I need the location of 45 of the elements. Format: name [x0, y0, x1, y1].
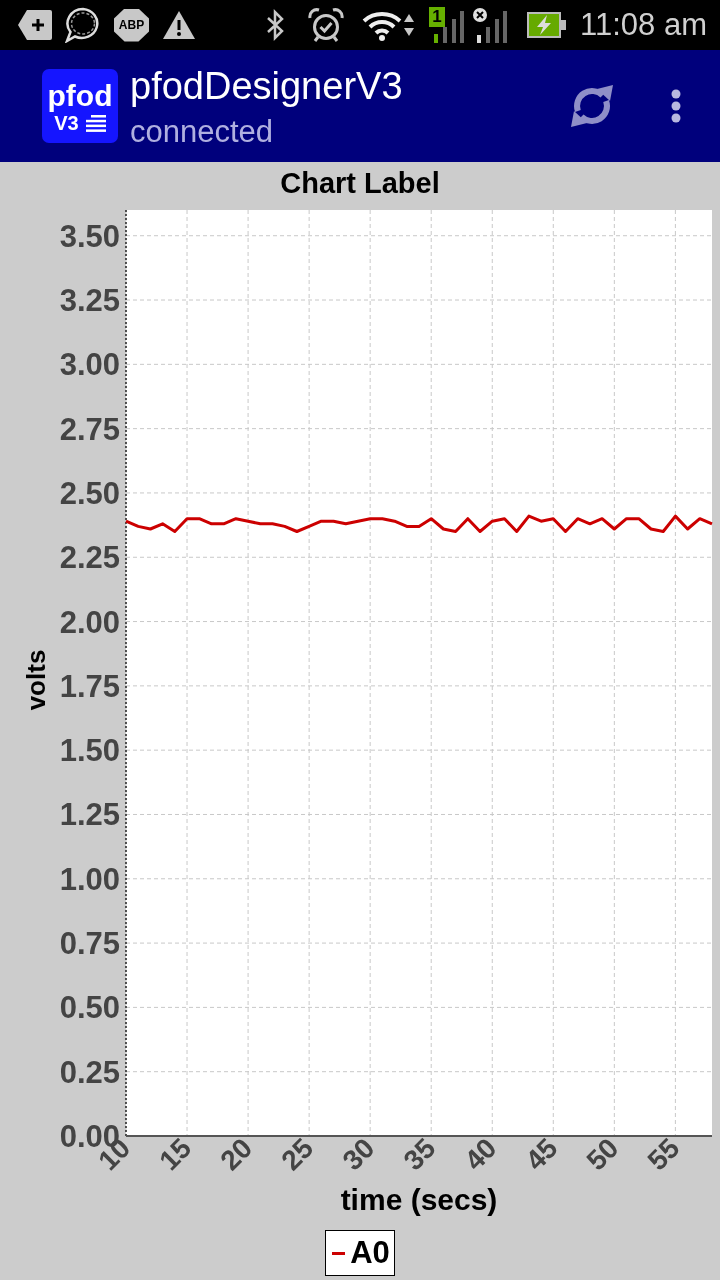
x-axis-title: time (secs): [340, 1183, 498, 1216]
y-tick-label: 0.50: [59, 990, 120, 1026]
battery-charging-icon: [527, 12, 567, 38]
y-tick-label: 3.25: [59, 283, 120, 319]
alarm-clock-icon: [308, 8, 345, 42]
y-tick-label: 3.50: [59, 218, 120, 254]
wifi-icon: [362, 9, 403, 41]
y-tick-label: 2.50: [59, 475, 120, 511]
chart-title: Chart Label: [280, 167, 440, 199]
y-tick-label: 2.75: [59, 411, 120, 447]
connection-status: connected: [130, 113, 274, 151]
overflow-menu-icon[interactable]: [671, 89, 681, 123]
y-tick-label: 1.25: [59, 797, 120, 833]
x-tick-label: 15: [153, 1132, 198, 1177]
logo-version: V3: [54, 113, 79, 133]
add-tag-icon: [18, 10, 52, 40]
y-axis-title: volts: [21, 649, 51, 711]
y-tick-label: 1.75: [59, 668, 120, 704]
chat-bubble-icon: [65, 7, 101, 43]
x-tick-label: 40: [458, 1132, 503, 1177]
octagon-badge: ABP: [114, 8, 149, 42]
refresh-icon[interactable]: [569, 82, 615, 130]
y-tick-label: 0.75: [59, 926, 120, 962]
y-tick-label: 1.50: [59, 733, 120, 769]
y-tick-label: 0.25: [59, 1054, 120, 1090]
y-tick-label: 1.00: [59, 861, 120, 897]
signal-bars-icon: [472, 7, 509, 43]
data-arrows-icon: [404, 13, 415, 37]
y-tick-label: 2.00: [59, 604, 120, 640]
x-tick-label: 45: [519, 1132, 564, 1177]
y-tick-label: 2.25: [59, 540, 120, 576]
legend-label: A0: [350, 1235, 390, 1271]
x-tick-label: 50: [580, 1132, 625, 1177]
warning-icon: [162, 10, 196, 40]
lines-icon: [85, 114, 106, 132]
app-title: pfodDesignerV3: [130, 64, 403, 109]
logo-text: pfod: [47, 81, 113, 111]
x-tick-label: 55: [641, 1132, 686, 1177]
y-tick-label: 3.00: [59, 347, 120, 383]
sim-badge: 1: [429, 7, 446, 27]
x-tick-label: 30: [336, 1132, 381, 1177]
x-tick-label: 25: [275, 1132, 320, 1177]
x-tick-label: 35: [397, 1132, 442, 1177]
x-tick-label: 20: [214, 1132, 259, 1177]
status-time: 11:08 am: [580, 7, 707, 43]
